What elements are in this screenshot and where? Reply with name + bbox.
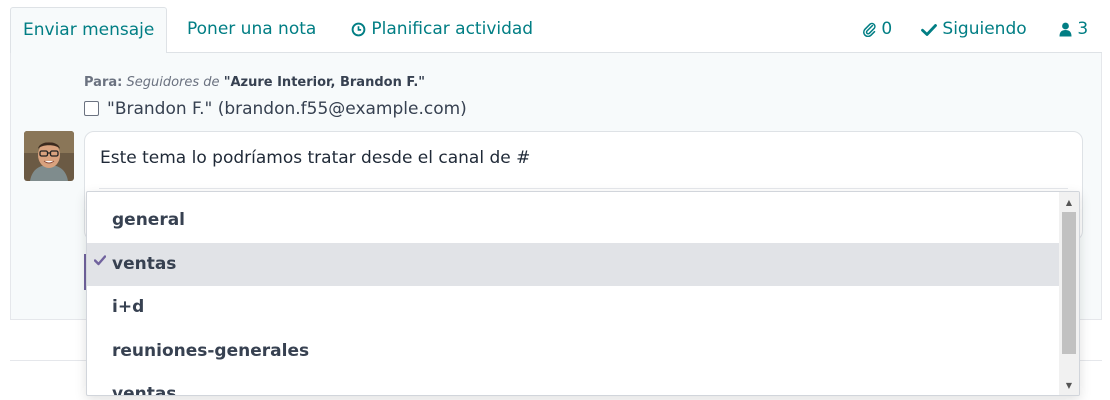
clock-icon (351, 19, 371, 39)
suggestion-item-reuniones-generales[interactable]: reuniones-generales (87, 330, 1060, 373)
chatter-topbar: Enviar mensaje Poner una nota Planificar… (10, 7, 1102, 54)
tab-send-message[interactable]: Enviar mensaje (10, 7, 168, 54)
suggestion-item-ventas[interactable]: ventas (87, 243, 1060, 286)
tab-schedule-activity-label: Planificar actividad (371, 19, 534, 39)
follow-button-label: Siguiendo (942, 19, 1027, 39)
suggestion-item-general[interactable]: general (87, 199, 1060, 242)
scroll-down-arrow-icon[interactable]: ▼ (1059, 377, 1079, 395)
suggestion-item-ventas-2[interactable]: ventas (87, 373, 1060, 396)
suggestion-label: general (112, 210, 186, 230)
scrollbar-thumb[interactable] (1062, 212, 1076, 354)
recipients-line: Para: Seguidores de "Azure Interior, Bra… (84, 75, 425, 90)
followers-button[interactable]: 3 (1059, 7, 1088, 53)
channel-suggestion-dropdown: general ventas i+d reuniones-generales v… (86, 191, 1080, 396)
tab-log-note[interactable]: Poner una nota (187, 7, 316, 53)
message-input[interactable]: Este tema lo podríamos tratar desde el c… (100, 148, 530, 168)
attachments-count: 0 (881, 19, 893, 39)
followers-count: 3 (1077, 19, 1089, 39)
tab-send-message-label: Enviar mensaje (23, 20, 155, 40)
scroll-up-arrow-icon[interactable]: ▲ (1059, 194, 1079, 212)
check-icon (921, 19, 942, 39)
suggestion-label: i+d (112, 297, 145, 317)
composer-divider (99, 188, 1068, 189)
user-icon (1059, 19, 1077, 39)
avatar (24, 131, 74, 181)
check-icon (93, 243, 107, 286)
suggestion-label: ventas (112, 384, 177, 396)
to-label: Para: (84, 75, 123, 90)
suggestion-label: reuniones-generales (112, 341, 310, 361)
suggestion-item-i-d[interactable]: i+d (87, 286, 1060, 329)
attachments-button[interactable]: 0 (862, 7, 892, 53)
followers-of-label: Seguidores de (126, 75, 220, 90)
follow-button[interactable]: Siguiendo (921, 7, 1027, 53)
recipient-checkbox[interactable] (84, 101, 99, 116)
tab-log-note-label: Poner una nota (187, 19, 317, 39)
record-name: "Azure Interior, Brandon F." (223, 75, 426, 90)
tab-schedule-activity[interactable]: Planificar actividad (351, 7, 533, 53)
suggested-recipient: "Brandon F." (brandon.f55@example.com) (84, 97, 467, 121)
paperclip-icon (862, 19, 881, 39)
recipient-label: "Brandon F." (brandon.f55@example.com) (107, 99, 467, 119)
suggestion-label: ventas (112, 254, 177, 274)
dropdown-scrollbar[interactable]: ▲ ▼ (1059, 192, 1079, 395)
